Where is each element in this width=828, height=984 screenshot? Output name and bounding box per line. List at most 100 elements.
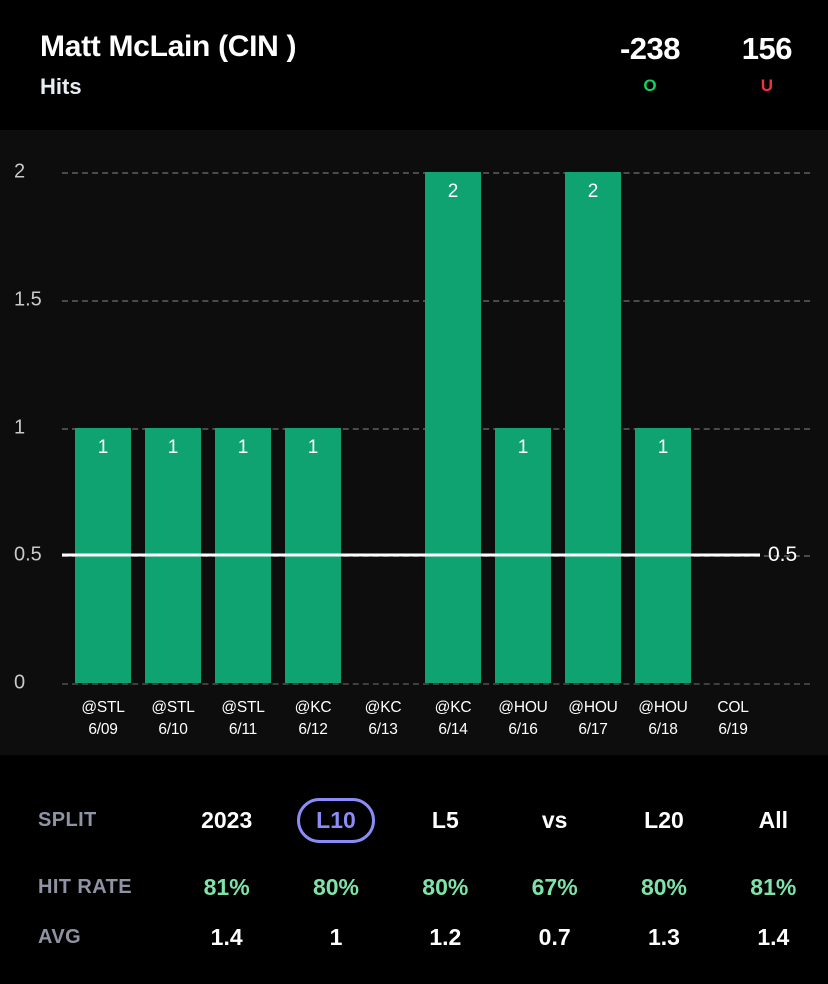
bar-slot: 1 (68, 130, 138, 755)
bar-value-label: 1 (307, 436, 319, 458)
player-info: Matt McLain (CIN ) Hits (40, 30, 297, 99)
stats-cell: 81% (172, 874, 281, 901)
splits-stats-table: SPLIT 2023 L10 L5 vs L20 All HIT RATE 81% 80% 80% 6… (0, 755, 828, 984)
player-prop-card: Matt McLain (CIN ) Hits -238 O 156 U 0 0.… (0, 0, 828, 984)
x-tick-opponent: @STL (221, 699, 265, 716)
x-axis-tick-label: @HOU 6/18 (628, 697, 698, 742)
split-option-2023[interactable]: 2023 (201, 807, 252, 834)
x-tick-date: 6/14 (438, 721, 468, 739)
player-name: Matt McLain (CIN ) (40, 30, 297, 63)
stats-cell[interactable]: 2023 (172, 798, 281, 843)
x-axis-tick-label: COL 6/19 (698, 697, 768, 742)
over-odds-block[interactable]: -238 O (619, 31, 681, 96)
x-axis-tick-label: @KC 6/14 (418, 697, 488, 742)
over-odds-value: -238 (619, 31, 681, 66)
row-header-split: SPLIT (38, 808, 97, 831)
x-tick-date: 6/11 (228, 721, 258, 739)
stats-cell: 0.7 (500, 924, 609, 951)
stats-cell: 80% (391, 874, 500, 901)
split-option-l10[interactable]: L10 (297, 797, 375, 843)
chart-plot-area: 0 0.5 1 1.5 2 1 @STL 6/09 1 @STL 6/10 1 @STL 6/11 1 @KC… (0, 130, 828, 755)
stats-cell: 67% (500, 874, 609, 901)
bar-slot: 1 (138, 130, 208, 755)
avg-value: 1.2 (429, 923, 462, 950)
stats-cell: 1.4 (172, 924, 281, 951)
stats-cells: 1.4 1 1.2 0.7 1.3 1.4 (172, 924, 828, 951)
x-axis-tick-label: @KC 6/13 (348, 697, 418, 742)
stats-cell[interactable]: vs (500, 798, 609, 843)
bar-value-label: 1 (97, 436, 109, 458)
x-tick-opponent: @HOU (568, 699, 618, 716)
x-axis-tick-label: @HOU 6/16 (488, 697, 558, 742)
stats-cell: 81% (719, 874, 828, 901)
under-indicator: U (760, 76, 774, 96)
stats-cell: 80% (609, 874, 718, 901)
x-tick-date: 6/16 (508, 721, 538, 739)
stat-type-label: Hits (40, 74, 82, 99)
bar-slot: 2 (418, 130, 488, 755)
x-axis-tick-label: @HOU 6/17 (558, 697, 628, 742)
x-axis-tick-label: @KC 6/12 (278, 697, 348, 742)
stats-cells: 81% 80% 80% 67% 80% 81% (172, 874, 828, 901)
stats-row-hit: HIT RATE 81% 80% 80% 67% 80% 81% (0, 867, 828, 907)
under-odds-block[interactable]: 156 U (741, 31, 793, 96)
bar-value-label: 2 (587, 181, 599, 202)
card-header: Matt McLain (CIN ) Hits -238 O 156 U (0, 0, 828, 130)
hit-rate-value: 80% (640, 873, 687, 900)
y-axis-tick-label: 1.5 (14, 288, 42, 311)
x-tick-opponent: @KC (364, 699, 402, 716)
y-axis-tick-label: 0 (14, 671, 26, 694)
x-tick-date: 6/13 (368, 721, 398, 739)
x-axis-tick-label: @STL 6/10 (138, 697, 208, 742)
avg-value: 1.3 (647, 923, 680, 950)
stats-cell[interactable]: L10 (281, 797, 390, 843)
split-option-vs[interactable]: vs (542, 807, 568, 834)
bar-group: 1 @STL 6/09 1 @STL 6/10 1 @STL 6/11 1 @KC 6/12 @KC 6/… (62, 130, 810, 755)
bar-value-label: 1 (657, 436, 669, 458)
y-axis-tick-label: 1 (14, 416, 26, 438)
x-tick-opponent: @KC (434, 699, 472, 716)
hit-rate-value: 80% (312, 873, 360, 900)
stats-cell[interactable]: L20 (609, 798, 718, 843)
x-tick-opponent: @STL (151, 699, 195, 716)
x-tick-opponent: COL (717, 699, 749, 716)
bar-slot: 1 (488, 130, 558, 755)
x-tick-date: 6/09 (88, 721, 118, 739)
x-tick-date: 6/12 (298, 721, 328, 739)
x-axis-tick-label: @STL 6/09 (68, 697, 138, 742)
bar-value-label: 1 (167, 436, 179, 458)
hit-rate-value: 81% (750, 873, 797, 900)
split-option-all[interactable]: All (759, 807, 788, 834)
x-tick-opponent: @KC (294, 699, 332, 716)
stats-cells: 2023 L10 L5 vs L20 All (172, 797, 828, 843)
y-axis-tick-label: 0.5 (14, 543, 42, 566)
stats-cell: 1.2 (391, 924, 500, 951)
stats-cell: 1 (281, 924, 390, 951)
stats-cell: 1.3 (609, 924, 718, 951)
over-indicator: O (643, 76, 657, 96)
avg-value: 1 (329, 923, 343, 950)
x-tick-date: 6/17 (578, 721, 608, 739)
stats-row-split: SPLIT 2023 L10 L5 vs L20 All (0, 789, 828, 851)
stats-cell: 80% (281, 874, 390, 901)
threshold-line (62, 553, 760, 557)
hit-rate-value: 80% (422, 873, 469, 900)
bar[interactable]: 2 (425, 172, 481, 683)
bar[interactable]: 2 (565, 172, 621, 683)
x-tick-date: 6/10 (158, 721, 188, 739)
stats-cell[interactable]: L5 (391, 798, 500, 843)
split-option-l5[interactable]: L5 (432, 807, 459, 834)
bar-slot: 2 (558, 130, 628, 755)
stats-row-avg: AVG 1.4 1 1.2 0.7 1.3 1.4 (0, 917, 828, 957)
split-option-l20[interactable]: L20 (644, 807, 684, 834)
row-header-hit: HIT RATE (38, 875, 132, 898)
avg-value: 1.4 (757, 923, 790, 950)
x-tick-opponent: @HOU (498, 699, 548, 716)
bar-value-label: 1 (237, 436, 249, 458)
bar-slot: 1 (278, 130, 348, 755)
under-odds-value: 156 (741, 31, 793, 66)
stats-cell[interactable]: All (719, 798, 828, 843)
x-axis-tick-label: @STL 6/11 (208, 697, 278, 742)
hits-bar-chart: 0 0.5 1 1.5 2 1 @STL 6/09 1 @STL 6/10 1 @STL 6/11 1 @KC… (0, 130, 828, 755)
bar-value-label: 2 (447, 181, 459, 202)
